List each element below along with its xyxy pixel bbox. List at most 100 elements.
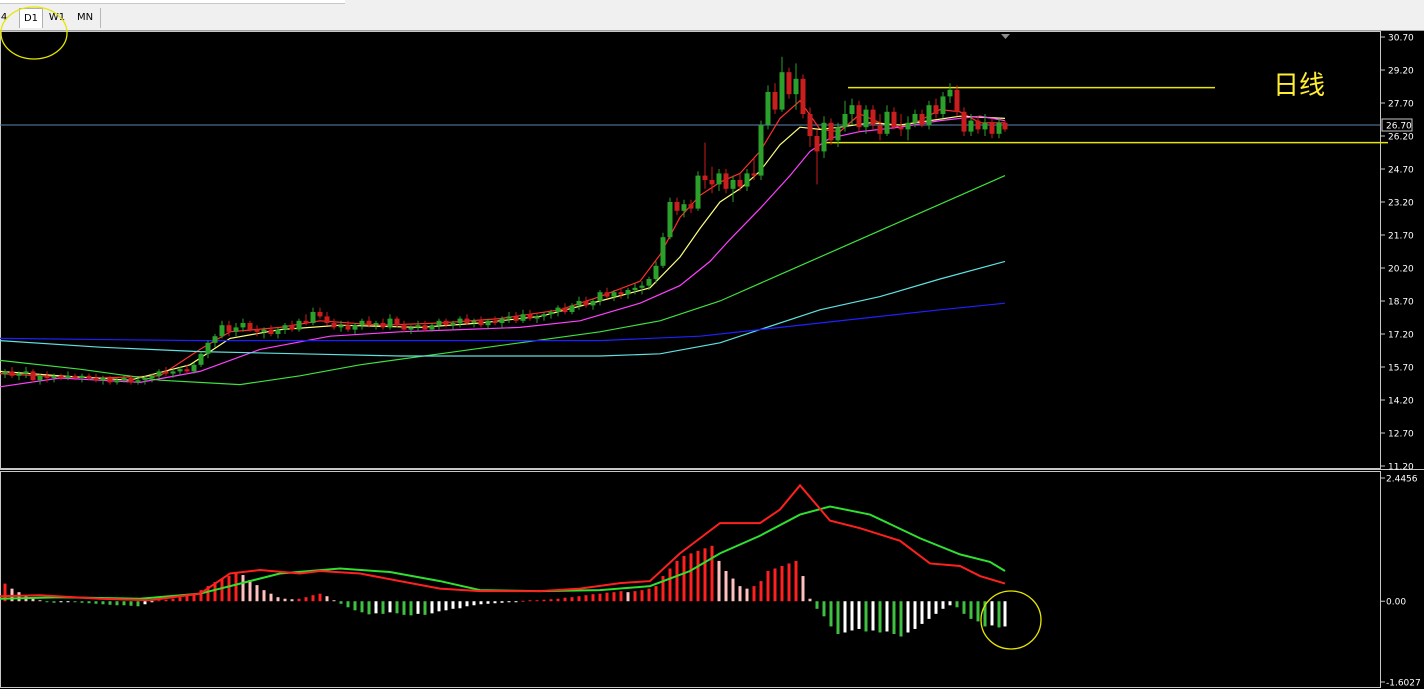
candle bbox=[730, 175, 736, 202]
candle-body bbox=[86, 375, 92, 378]
candle bbox=[156, 369, 162, 378]
macd-histogram-bar bbox=[892, 601, 896, 634]
macd-histogram-bar bbox=[493, 601, 497, 604]
candle bbox=[975, 116, 981, 134]
macd-histogram-bar bbox=[640, 590, 644, 602]
candle-body bbox=[16, 373, 22, 376]
candle-body bbox=[856, 105, 862, 128]
macd-histogram-bar bbox=[717, 560, 721, 602]
price-pane-frame bbox=[0, 31, 1381, 469]
macd-histogram-bar bbox=[227, 576, 231, 602]
candle-body bbox=[863, 109, 869, 128]
candle bbox=[436, 318, 442, 330]
candle-body bbox=[926, 105, 932, 125]
macd-histogram-bar bbox=[584, 595, 588, 602]
candle-body bbox=[492, 320, 498, 323]
macd-histogram-bar bbox=[94, 601, 98, 604]
candle bbox=[268, 325, 274, 337]
candle-body bbox=[310, 312, 316, 323]
price-axis-label: 21.70 bbox=[1388, 232, 1414, 242]
macd-histogram-bar bbox=[864, 601, 868, 632]
chart-shift-marker-icon[interactable] bbox=[1001, 34, 1010, 39]
candle-body bbox=[730, 180, 736, 189]
candle-body bbox=[226, 325, 232, 332]
price-axis-label: 30.70 bbox=[1388, 34, 1414, 44]
candle-body bbox=[23, 371, 29, 374]
macd-histogram-bar bbox=[458, 601, 462, 609]
candle-body bbox=[653, 265, 659, 279]
candle-body bbox=[821, 122, 827, 152]
candle bbox=[233, 323, 239, 337]
price-axis-label: 14.20 bbox=[1388, 397, 1414, 407]
candle-body bbox=[324, 316, 330, 323]
macd-histogram-bar bbox=[997, 601, 1001, 628]
candle bbox=[415, 320, 421, 332]
candle-body bbox=[975, 120, 981, 130]
candle bbox=[737, 173, 743, 191]
candle-body bbox=[359, 320, 365, 326]
macd-histogram-bar bbox=[920, 601, 924, 624]
candle bbox=[723, 169, 729, 194]
candle-body bbox=[618, 292, 624, 295]
candle-body bbox=[401, 325, 407, 330]
candle-body bbox=[352, 325, 358, 330]
macd-histogram-bar bbox=[423, 601, 427, 615]
candle bbox=[961, 107, 967, 136]
candle-body bbox=[933, 105, 939, 114]
macd-histogram-bar bbox=[472, 601, 476, 606]
candle-body bbox=[723, 173, 729, 189]
candle-body bbox=[751, 173, 757, 176]
candle bbox=[905, 116, 911, 141]
candle-body bbox=[345, 325, 351, 330]
macd-histogram-bar bbox=[605, 592, 609, 602]
candle-body bbox=[30, 371, 36, 381]
macd-histogram-bar bbox=[115, 601, 119, 606]
macd-histogram-bar bbox=[507, 601, 511, 603]
candle-body bbox=[912, 114, 918, 123]
candle-body bbox=[765, 92, 771, 125]
candle bbox=[856, 100, 862, 132]
macd-histogram-bar bbox=[675, 560, 679, 602]
moving-average-line bbox=[0, 115, 1006, 388]
macd-histogram-bar bbox=[353, 601, 357, 611]
macd-histogram-bar bbox=[654, 586, 658, 602]
candle-body bbox=[289, 325, 295, 330]
macd-histogram-bar bbox=[248, 580, 252, 602]
candle bbox=[30, 369, 36, 383]
macd-histogram-bar bbox=[388, 601, 392, 613]
candle bbox=[597, 290, 603, 306]
candle-body bbox=[555, 307, 561, 312]
chart-annotation-daily: 日线 bbox=[1273, 71, 1325, 101]
price-axis-label: 11.20 bbox=[1388, 463, 1414, 473]
candle bbox=[478, 316, 484, 328]
candle-body bbox=[709, 180, 715, 185]
candle-body bbox=[674, 202, 680, 211]
candle-body bbox=[163, 371, 169, 374]
candle bbox=[849, 98, 855, 125]
candle-body bbox=[898, 127, 904, 130]
macd-histogram-bar bbox=[941, 601, 945, 609]
candle-body bbox=[121, 378, 127, 381]
candle-body bbox=[436, 320, 442, 326]
macd-histogram-bar bbox=[157, 600, 161, 602]
candle bbox=[520, 309, 526, 323]
macd-histogram-bar bbox=[101, 601, 105, 605]
macd-histogram-bar bbox=[374, 601, 378, 614]
price-axis-label: 23.20 bbox=[1388, 199, 1414, 209]
macd-histogram-bar bbox=[906, 601, 910, 633]
candle-body bbox=[800, 78, 806, 114]
candle bbox=[58, 373, 64, 381]
candle-body bbox=[282, 325, 288, 330]
macd-histogram-bar bbox=[724, 571, 728, 602]
macd-histogram-bar bbox=[521, 600, 525, 602]
chart-canvas[interactable]: 30.70 29.20 27.70 26.20 24.70 23.20 21.70 20.20… bbox=[0, 0, 1424, 689]
price-axis-label: 17.20 bbox=[1388, 331, 1414, 341]
candle-body bbox=[198, 353, 204, 365]
candle-body bbox=[387, 318, 393, 328]
macd-histogram-bar bbox=[885, 601, 889, 632]
candle bbox=[758, 120, 764, 180]
candle bbox=[891, 107, 897, 130]
macd-histogram-bar bbox=[850, 601, 854, 631]
candle-body bbox=[513, 316, 519, 321]
macd-histogram-bar bbox=[87, 601, 91, 604]
